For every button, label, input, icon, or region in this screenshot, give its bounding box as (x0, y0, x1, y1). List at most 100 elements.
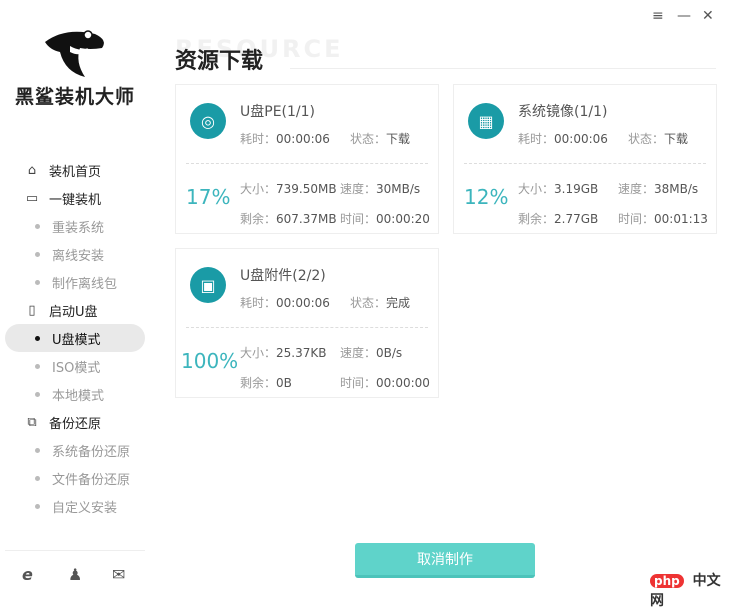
progress-percent: 100% (181, 349, 239, 373)
info-row: 大小：739.50MB (240, 180, 337, 197)
sidebar-item-label: 启动U盘 (49, 304, 98, 320)
menu-icon: ⧉ (27, 414, 37, 430)
sidebar-item-label: 离线安装 (52, 248, 105, 264)
sidebar-item[interactable]: 自定义安装 (5, 492, 145, 520)
shark-logo-icon (45, 30, 104, 77)
sidebar-item[interactable]: 本地模式 (5, 380, 145, 408)
info-row: 速度：38MB/s (618, 180, 698, 197)
sidebar-item-label: U盘模式 (52, 332, 101, 348)
info-row: 耗时：00:00:06 (240, 130, 330, 147)
info-row: 速度：0B/s (340, 344, 402, 361)
info-row: 耗时：00:00:06 (240, 294, 330, 311)
close-icon[interactable]: ✕ (702, 8, 714, 24)
info-value: 0B/s (376, 346, 403, 360)
info-row: 状态：完成 (350, 294, 410, 311)
info-label: 耗时： (518, 132, 555, 146)
info-label: 大小： (518, 182, 555, 196)
progress-percent: 12% (464, 185, 509, 209)
card-divider (464, 163, 706, 164)
menu-icon: ⌂ (27, 162, 37, 178)
info-label: 速度： (618, 182, 655, 196)
info-value: 00:00:06 (276, 296, 330, 310)
sidebar-item-label: ISO模式 (52, 360, 101, 376)
brand-name: 黑鲨装机大师 (14, 86, 135, 108)
sidebar-item-label: 装机首页 (49, 164, 102, 180)
info-row: 大小：25.37KB (240, 344, 326, 361)
sidebar-item[interactable]: 重装系统 (5, 212, 145, 240)
site-watermark: php 中文网 (650, 570, 732, 610)
info-label: 状态： (350, 132, 387, 146)
info-value: 2.77GB (554, 212, 599, 226)
sidebar-item-label: 重装系统 (52, 220, 105, 236)
sidebar-item[interactable]: ▯ 启动U盘 (5, 296, 145, 324)
bullet-icon (35, 391, 40, 397)
minimize-icon[interactable]: — (677, 8, 691, 24)
info-value: 完成 (386, 296, 411, 310)
info-label: 耗时： (240, 296, 277, 310)
info-value: 00:00:06 (554, 132, 608, 146)
info-value: 30MB/s (376, 182, 421, 196)
bullet-icon (35, 363, 40, 369)
card-divider (186, 163, 428, 164)
info-value: 38MB/s (654, 182, 699, 196)
resource-name: 系统镜像(1/1) (518, 104, 608, 120)
info-value: 00:01:13 (654, 212, 708, 226)
resource-name: U盘附件(2/2) (240, 268, 326, 284)
sidebar-item[interactable]: 系统备份还原 (5, 436, 145, 464)
info-label: 大小： (240, 182, 277, 196)
info-label: 剩余： (240, 212, 277, 226)
menu-icon[interactable]: ≡ (652, 8, 664, 24)
info-value: 下载 (386, 132, 411, 146)
sidebar-item[interactable]: ⌂ 装机首页 (5, 156, 145, 184)
info-value: 3.19GB (554, 182, 599, 196)
bullet-icon (35, 279, 40, 285)
qq-icon[interactable]: ♟ (68, 565, 82, 584)
resource-name: U盘PE(1/1) (240, 104, 315, 120)
info-row: 大小：3.19GB (518, 180, 598, 197)
info-label: 时间： (618, 212, 655, 226)
bullet-icon (35, 335, 40, 341)
sidebar-item[interactable]: ISO模式 (5, 352, 145, 380)
cancel-button[interactable]: 取消制作 (355, 543, 535, 578)
bullet-icon (35, 475, 40, 481)
resource-icon: ▣ (190, 267, 226, 303)
info-row: 时间：00:00:00 (340, 374, 430, 391)
info-label: 剩余： (518, 212, 555, 226)
card-divider (186, 327, 428, 328)
wechat-icon[interactable]: ✉ (112, 565, 125, 584)
download-card: ▣ U盘附件(2/2) 耗时：00:00:06 状态：完成 100% 大小：25.37KB… (175, 248, 439, 398)
info-label: 大小： (240, 346, 277, 360)
sidebar-item[interactable]: 离线安装 (5, 240, 145, 268)
sidebar-item-label: 本地模式 (52, 388, 105, 404)
bullet-icon (35, 251, 40, 257)
sidebar-item[interactable]: 文件备份还原 (5, 464, 145, 492)
sidebar-item[interactable]: 制作离线包 (5, 268, 145, 296)
info-row: 速度：30MB/s (340, 180, 420, 197)
resource-icon: ▦ (468, 103, 504, 139)
sidebar-item[interactable]: U盘模式 (5, 324, 145, 352)
sidebar-menu: ⌂ 装机首页 ▭ 一键装机重装系统离线安装制作离线包 ▯ 启动U盘 U盘模式 ISO模式本地模… (5, 156, 145, 520)
info-label: 时间： (340, 212, 377, 226)
sidebar-item[interactable]: ▭ 一键装机 (5, 184, 145, 212)
info-row: 剩余：0B (240, 374, 292, 391)
info-label: 状态： (628, 132, 665, 146)
php-badge: php (650, 574, 684, 588)
progress-percent: 17% (186, 185, 231, 209)
info-value: 00:00:06 (276, 132, 330, 146)
info-row: 剩余：607.37MB (240, 210, 337, 227)
sidebar-item[interactable]: ⧉ 备份还原 (5, 408, 145, 436)
download-card: ▦ 系统镜像(1/1) 耗时：00:00:06 状态：下载 12% 大小：3.19GB 速度… (453, 84, 717, 234)
bullet-icon (35, 447, 40, 453)
title-divider (290, 68, 716, 69)
sidebar-item-label: 系统备份还原 (52, 444, 131, 460)
bullet-icon (35, 503, 40, 509)
menu-icon: ▭ (25, 190, 39, 206)
info-value: 25.37KB (276, 346, 327, 360)
info-row: 状态：下载 (350, 130, 410, 147)
sidebar-item-label: 一键装机 (49, 192, 102, 208)
bullet-icon (35, 223, 40, 229)
info-value: 00:00:20 (376, 212, 430, 226)
info-label: 速度： (340, 346, 377, 360)
info-row: 状态：下载 (628, 130, 688, 147)
ie-icon[interactable]: e (22, 565, 33, 584)
